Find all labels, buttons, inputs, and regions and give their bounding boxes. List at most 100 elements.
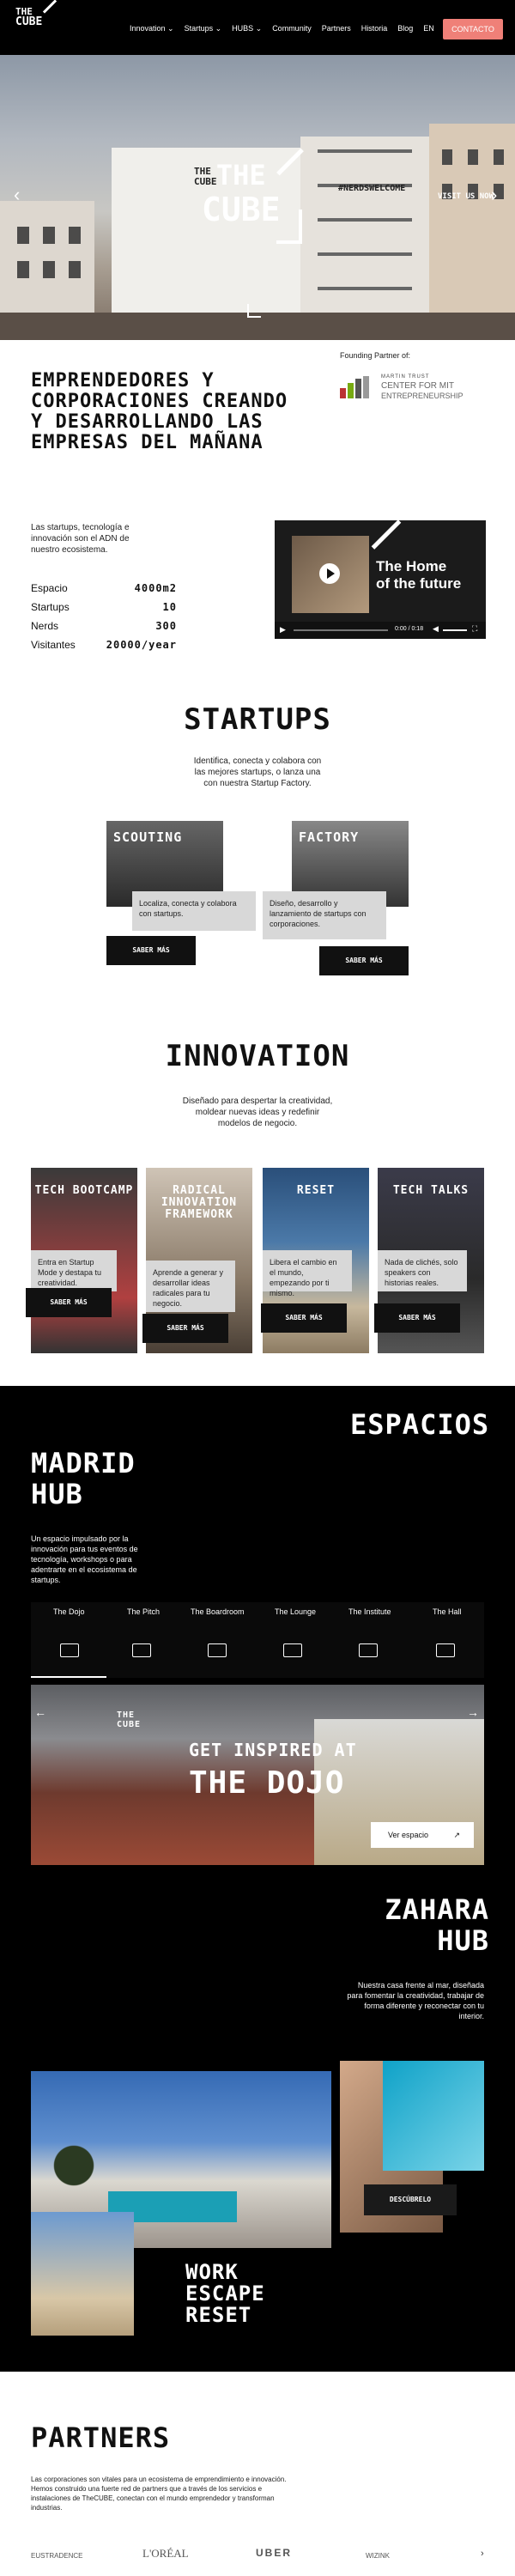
tab-the-boardroom[interactable]: The Boardroom (191, 1607, 245, 1616)
founding-label: Founding Partner of: (340, 351, 411, 360)
reset-saber-mas-button[interactable]: SABER MÁS (261, 1303, 347, 1333)
window (69, 227, 81, 244)
radical-innovation-title: RADICAL INNOVATION FRAMEWORK (161, 1184, 238, 1221)
zahara-tagline: WORK ESCAPE RESET (185, 2262, 265, 2326)
main-menu: Innovation ⌄ Startups ⌄ HUBS ⌄ Community… (130, 24, 445, 33)
video-time: 0:00 / 0:18 (395, 626, 424, 632)
factory-saber-mas-button[interactable]: SABER MÁS (319, 946, 409, 975)
radical-innovation-text: Aprende a generar y desarrollar ideas ra… (146, 1261, 235, 1312)
site-logo[interactable]: THE CUBE (15, 0, 58, 28)
tab-the-dojo[interactable]: The Dojo (53, 1607, 85, 1616)
scouting-card-text: Localiza, conecta y colabora con startup… (132, 891, 256, 931)
hero-prev-arrow-icon[interactable]: ‹ (14, 184, 20, 206)
tech-bootcamp-title: TECH BOOTCAMP (34, 1184, 134, 1197)
intro-headline: EMPRENDEDORES Y CORPORACIONES CREANDO Y … (31, 370, 288, 453)
partner-logo-uber[interactable]: UBER (256, 2547, 292, 2559)
menu-item-language[interactable]: EN (423, 24, 434, 33)
dojo-logo-line: THE CUBE (117, 1710, 141, 1729)
mit-bar (355, 379, 361, 398)
partner-logo-wizink[interactable]: WIZINK (366, 2552, 390, 2560)
logo-line-2: CUBE (15, 15, 43, 28)
fullscreen-icon[interactable]: ⛶ (472, 624, 477, 634)
lounge-tab-icon[interactable] (283, 1643, 302, 1657)
dojo-banner-image: THE CUBE GET INSPIRED AT THE DOJO Ver es… (31, 1685, 484, 1865)
stat-label: Startups (31, 601, 70, 613)
reset-text: Libera el cambio en el mundo, empezando … (263, 1250, 352, 1297)
stat-value: 20000/year (106, 639, 177, 651)
tagline-reset: RESET (185, 2303, 252, 2327)
dojo-tab-icon[interactable] (60, 1643, 79, 1657)
partners-next-arrow-icon[interactable]: › (481, 2549, 484, 2559)
factory-card-title: FACTORY (299, 829, 360, 845)
window (442, 149, 452, 165)
visit-us-label[interactable]: VISIT US NOW (438, 192, 494, 201)
palm-trees (39, 2131, 108, 2200)
stat-row-espacio: Espacio 4000m2 (31, 582, 177, 594)
tab-the-pitch[interactable]: The Pitch (127, 1607, 160, 1616)
radical-innovation-saber-mas-button[interactable]: SABER MÁS (142, 1314, 228, 1343)
tab-the-institute[interactable]: The Institute (348, 1607, 391, 1616)
pitch-tab-icon[interactable] (132, 1643, 151, 1657)
espacios-title: ESPACIOS (350, 1408, 490, 1441)
hero-next-arrow-icon[interactable]: › (491, 184, 497, 206)
dojo-next-arrow-icon[interactable]: → (467, 1705, 479, 1719)
stat-value: 300 (155, 620, 177, 632)
window (468, 149, 478, 165)
dojo-prev-arrow-icon[interactable]: ← (34, 1705, 46, 1719)
window-strip (318, 149, 412, 153)
tech-talks-text: Nada de clichés, solo speakers con histo… (378, 1250, 467, 1291)
partner-logo-eustradence[interactable]: EUSTRADENCE (31, 2552, 82, 2560)
hall-tab-icon[interactable] (436, 1643, 455, 1657)
partners-title: PARTNERS (31, 2421, 171, 2454)
tab-the-lounge[interactable]: The Lounge (275, 1607, 316, 1616)
wall-hashtag: #NERDSWELCOME (338, 184, 406, 193)
video-play-control-icon[interactable]: ▶ (280, 625, 286, 635)
hero-logo-line-1: THE (215, 159, 266, 191)
window (17, 261, 29, 278)
menu-item-partners[interactable]: Partners (322, 24, 351, 33)
space-tabs: The Dojo The Pitch The Boardroom The Lou… (31, 1602, 484, 1678)
tech-talks-saber-mas-button[interactable]: SABER MÁS (374, 1303, 460, 1333)
tech-bootcamp-text: Entra en Startup Mode y destapa tu creat… (31, 1250, 117, 1291)
play-triangle (327, 568, 335, 579)
madrid-hub-description: Un espacio impulsado por la innovación p… (31, 1534, 138, 1584)
menu-item-innovation[interactable]: Innovation ⌄ (130, 24, 174, 33)
ver-espacio-button[interactable]: Ver espacio ↗ (371, 1822, 474, 1848)
partner-logo-loreal[interactable]: L'ORÉAL (142, 2547, 189, 2561)
scouting-saber-mas-button[interactable]: SABER MÁS (106, 936, 196, 965)
active-tab-underline (31, 1676, 106, 1678)
contact-button[interactable]: CONTACTO (443, 19, 503, 39)
menu-item-historia[interactable]: Historia (361, 24, 388, 33)
tech-bootcamp-saber-mas-button[interactable]: SABER MÁS (26, 1288, 112, 1317)
hero-logo-bracket-icon (276, 210, 302, 244)
video-player[interactable]: The Home of the future ▶ 0:00 / 0:18 ◀ ⛶ (275, 520, 486, 639)
ver-espacio-label: Ver espacio (388, 1831, 429, 1839)
stat-label: Nerds (31, 620, 59, 632)
boardroom-tab-icon[interactable] (208, 1643, 227, 1657)
menu-item-startups[interactable]: Startups ⌄ (185, 24, 222, 33)
mit-partner-logo[interactable]: MARTIN TRUST CENTER FOR MIT ENTREPRENEUR… (340, 369, 464, 404)
volume-icon[interactable]: ◀ (433, 624, 439, 634)
tagline-work: WORK (185, 2260, 239, 2284)
window (43, 227, 55, 244)
video-progress-bar[interactable] (294, 629, 388, 631)
stat-row-startups: Startups 10 (31, 601, 177, 613)
video-controls: ▶ 0:00 / 0:18 ◀ ⛶ (275, 622, 486, 639)
descubrelo-button[interactable]: DESCÚBRELO (364, 2184, 457, 2215)
mit-bar (363, 376, 369, 398)
menu-item-community[interactable]: Community (272, 24, 312, 33)
menu-item-hubs[interactable]: HUBS ⌄ (232, 24, 262, 33)
tab-the-hall[interactable]: The Hall (433, 1607, 462, 1616)
menu-item-blog[interactable]: Blog (397, 24, 413, 33)
scroll-down-icon[interactable] (247, 304, 261, 318)
dojo-banner-small: GET INSPIRED AT (189, 1740, 357, 1760)
scouting-card-title: SCOUTING (113, 829, 183, 845)
partners-description: Las corporaciones son vitales para un ec… (31, 2476, 287, 2512)
volume-slider[interactable] (443, 629, 467, 631)
madrid-hub-title: MADRID HUB (31, 1447, 136, 1510)
mit-bar (348, 383, 354, 398)
stat-value: 10 (162, 601, 177, 613)
institute-tab-icon[interactable] (359, 1643, 378, 1657)
tech-talks-title: TECH TALKS (392, 1184, 470, 1197)
window-strip (318, 252, 412, 256)
